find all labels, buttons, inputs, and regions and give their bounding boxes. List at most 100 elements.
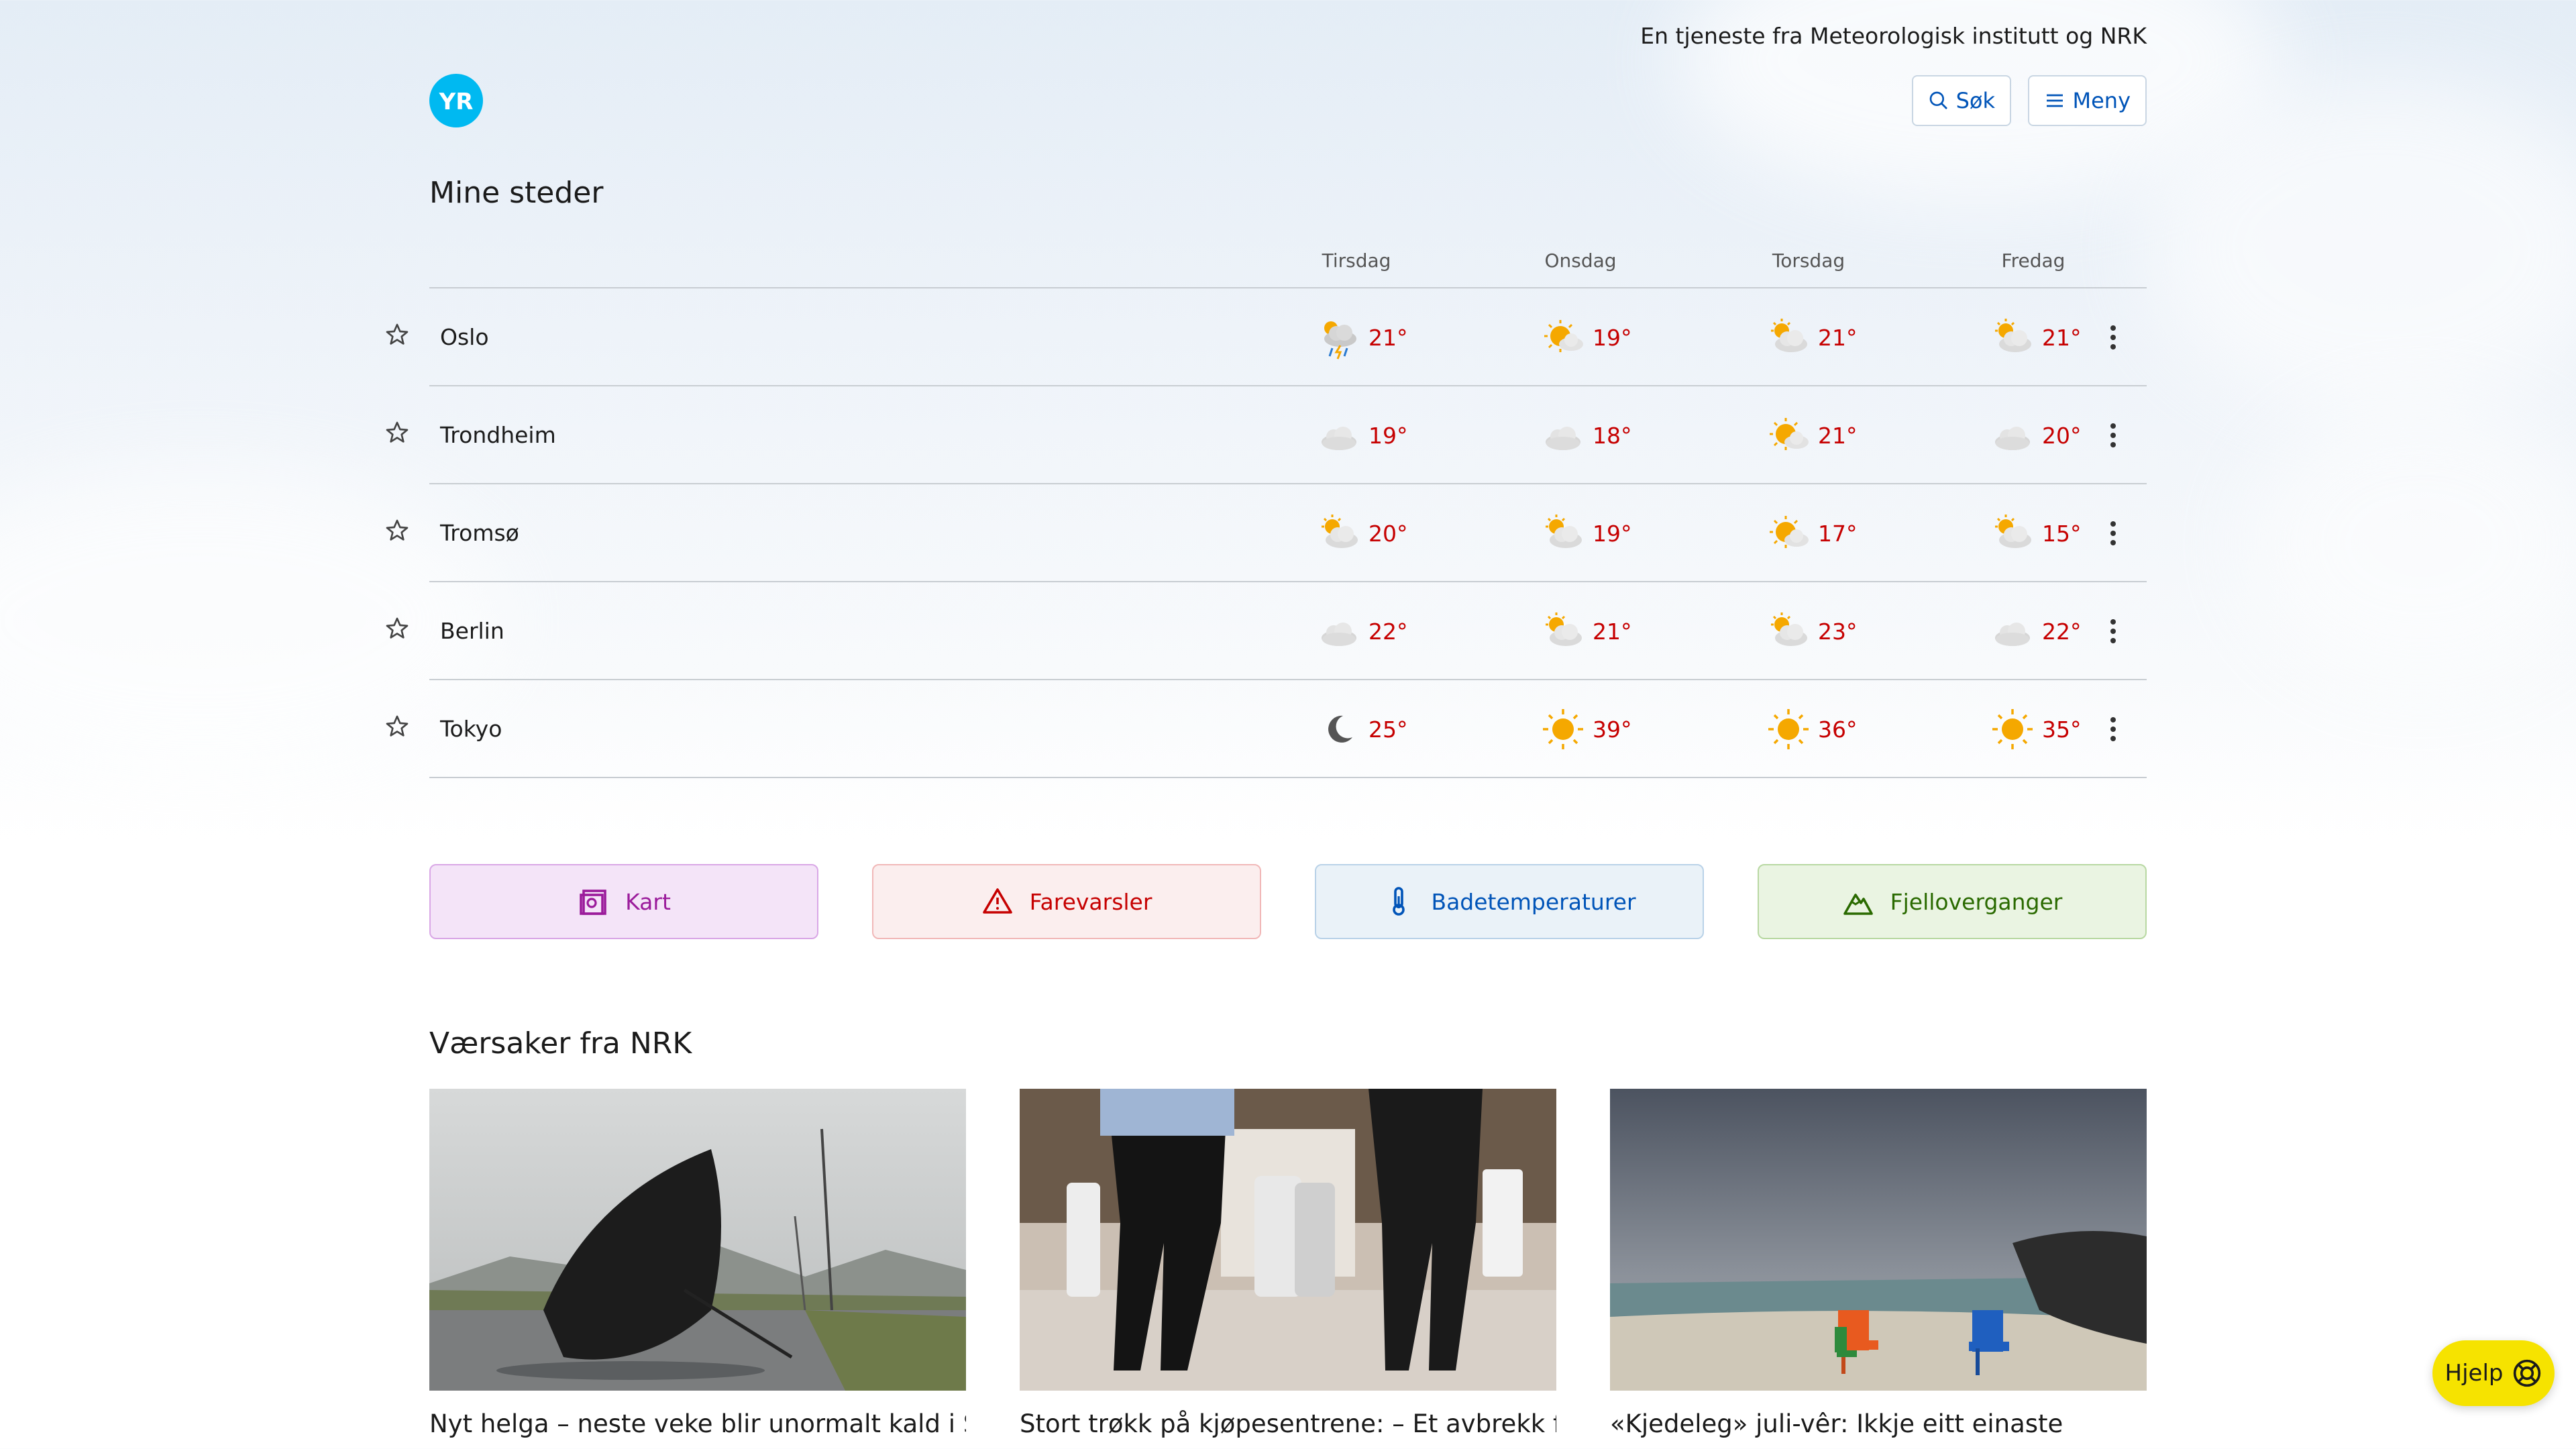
place-row[interactable]: Tromsø 20° 19° 17° 15°: [386, 484, 2147, 582]
temperature: 19°: [1593, 520, 1632, 547]
temperature: 21°: [1368, 324, 1408, 351]
help-label: Hjelp: [2445, 1360, 2504, 1387]
temperature: 17°: [1818, 520, 1858, 547]
forecast-cell[interactable]: 23°: [1763, 582, 1858, 680]
temperature: 21°: [1818, 422, 1858, 449]
temperature: 15°: [2042, 520, 2082, 547]
cloud-sun-icon: [1546, 612, 1582, 646]
temperature: 39°: [1593, 716, 1632, 743]
favorite-star-icon[interactable]: [384, 321, 411, 348]
forecast-cell[interactable]: 21°: [1313, 288, 1408, 386]
forecast-cell[interactable]: 19°: [1538, 288, 1632, 386]
forecast-cell[interactable]: 17°: [1763, 484, 1858, 582]
background-cloud: [0, 470, 503, 771]
news-card[interactable]: «Kjedeleg» juli-vêr: Ikkje eitt einaste: [1610, 1089, 2147, 1438]
temperature: 19°: [1593, 324, 1632, 351]
place-row[interactable]: Tokyo 25° 39° 36° 35°: [386, 680, 2147, 778]
city-name[interactable]: Tokyo: [440, 680, 502, 778]
forecast-cell[interactable]: 22°: [1313, 582, 1408, 680]
day-header: Onsdag: [1544, 250, 1617, 272]
search-button[interactable]: Søk: [1911, 75, 2011, 126]
row-divider: [429, 777, 2147, 778]
menu-button[interactable]: Meny: [2028, 75, 2147, 126]
my-places-title: Mine steder: [429, 176, 604, 210]
yr-logo-icon: YR: [439, 89, 474, 115]
place-row[interactable]: Berlin 22° 21° 23° 22°: [386, 582, 2147, 680]
forecast-cell[interactable]: 19°: [1538, 484, 1632, 582]
page-container: En tjeneste fra Meteorologisk institutt …: [386, 0, 2147, 1449]
news-image-umbrella: [429, 1089, 966, 1391]
day-header: Torsdag: [1772, 250, 1845, 272]
more-options-icon[interactable]: [2106, 321, 2120, 354]
forecast-cell[interactable]: 15°: [1987, 484, 2082, 582]
logo-text: YR: [439, 89, 474, 115]
thermometer-icon: [1393, 887, 1405, 916]
quick-link-farevarsler[interactable]: Farevarsler: [872, 864, 1261, 939]
cloud-icon: [1546, 427, 1580, 450]
more-options-icon[interactable]: [2106, 517, 2120, 549]
forecast-cell[interactable]: 20°: [1987, 386, 2082, 484]
forecast-cell[interactable]: 20°: [1313, 484, 1408, 582]
news-section-title: Værsaker fra NRK: [429, 1026, 692, 1061]
more-options-icon[interactable]: [2106, 419, 2120, 451]
quick-link-label: Fjelloverganger: [1890, 888, 2063, 915]
forecast-cell[interactable]: 39°: [1538, 680, 1632, 778]
more-options-icon[interactable]: [2106, 615, 2120, 647]
news-card[interactable]: Stort trøkk på kjøpesentrene: – Et avbre…: [1020, 1089, 1556, 1438]
cloud-sun-icon: [1771, 612, 1807, 646]
cloud-sun-icon: [1771, 319, 1807, 352]
forecast-cell[interactable]: 21°: [1763, 288, 1858, 386]
favorite-star-icon[interactable]: [384, 713, 411, 740]
sun-icon: [1543, 709, 1583, 749]
sun-icon: [1768, 709, 1809, 749]
sun-partly-cloudy-icon: [1544, 320, 1583, 352]
search-icon: [1929, 91, 1947, 109]
forecast-cell[interactable]: 21°: [1987, 288, 2082, 386]
forecast-cell[interactable]: 21°: [1538, 582, 1632, 680]
cloud-sun-icon: [1322, 515, 1358, 548]
forecast-cell[interactable]: 22°: [1987, 582, 2082, 680]
temperature: 19°: [1368, 422, 1408, 449]
background-cloud: [2247, 402, 2576, 684]
temperature: 21°: [2042, 324, 2082, 351]
quick-link-label: Badetemperaturer: [1431, 888, 1636, 915]
city-name[interactable]: Berlin: [440, 582, 504, 680]
news-title: Stort trøkk på kjøpesentrene: – Et avbre…: [1020, 1409, 1556, 1438]
temperature: 20°: [1368, 520, 1408, 547]
forecast-cell[interactable]: 21°: [1763, 386, 1858, 484]
forecast-cell[interactable]: 19°: [1313, 386, 1408, 484]
place-row[interactable]: Oslo 21° 19° 21° 21°: [386, 288, 2147, 386]
favorite-star-icon[interactable]: [384, 419, 411, 446]
favorite-star-icon[interactable]: [384, 517, 411, 544]
city-name[interactable]: Tromsø: [440, 484, 519, 582]
cloud-icon: [1322, 427, 1356, 450]
cloud-sun-icon: [1546, 515, 1582, 548]
quick-link-badetemperaturer[interactable]: Badetemperaturer: [1315, 864, 1704, 939]
news-image-beach: [1610, 1089, 2147, 1391]
cloud-sun-icon: [1995, 515, 2031, 548]
quick-link-kart[interactable]: Kart: [429, 864, 818, 939]
mountain-icon: [1843, 894, 1873, 915]
forecast-cell[interactable]: 35°: [1987, 680, 2082, 778]
city-name[interactable]: Oslo: [440, 288, 489, 386]
forecast-cell[interactable]: 18°: [1538, 386, 1632, 484]
forecast-cell[interactable]: 25°: [1313, 680, 1408, 778]
temperature: 18°: [1593, 422, 1632, 449]
news-card[interactable]: Nyt helga – neste veke blir unormalt kal…: [429, 1089, 966, 1438]
map-icon: [580, 890, 606, 915]
place-row[interactable]: Trondheim 19° 18° 21° 20°: [386, 386, 2147, 484]
temperature: 36°: [1818, 716, 1858, 743]
lifebuoy-icon: [2514, 1359, 2541, 1387]
temperature: 25°: [1368, 716, 1408, 743]
yr-logo[interactable]: YR: [429, 74, 483, 127]
more-options-icon[interactable]: [2106, 713, 2120, 745]
cloud-sun-thunder-rain-icon: [1324, 321, 1356, 360]
quick-link-fjelloverganger[interactable]: Fjelloverganger: [1758, 864, 2147, 939]
help-button[interactable]: Hjelp: [2432, 1340, 2555, 1406]
forecast-cell[interactable]: 36°: [1763, 680, 1858, 778]
day-header: Fredag: [2001, 250, 2065, 272]
quick-link-label: Farevarsler: [1029, 888, 1152, 915]
favorite-star-icon[interactable]: [384, 615, 411, 642]
temperature: 21°: [1818, 324, 1858, 351]
city-name[interactable]: Trondheim: [440, 386, 556, 484]
